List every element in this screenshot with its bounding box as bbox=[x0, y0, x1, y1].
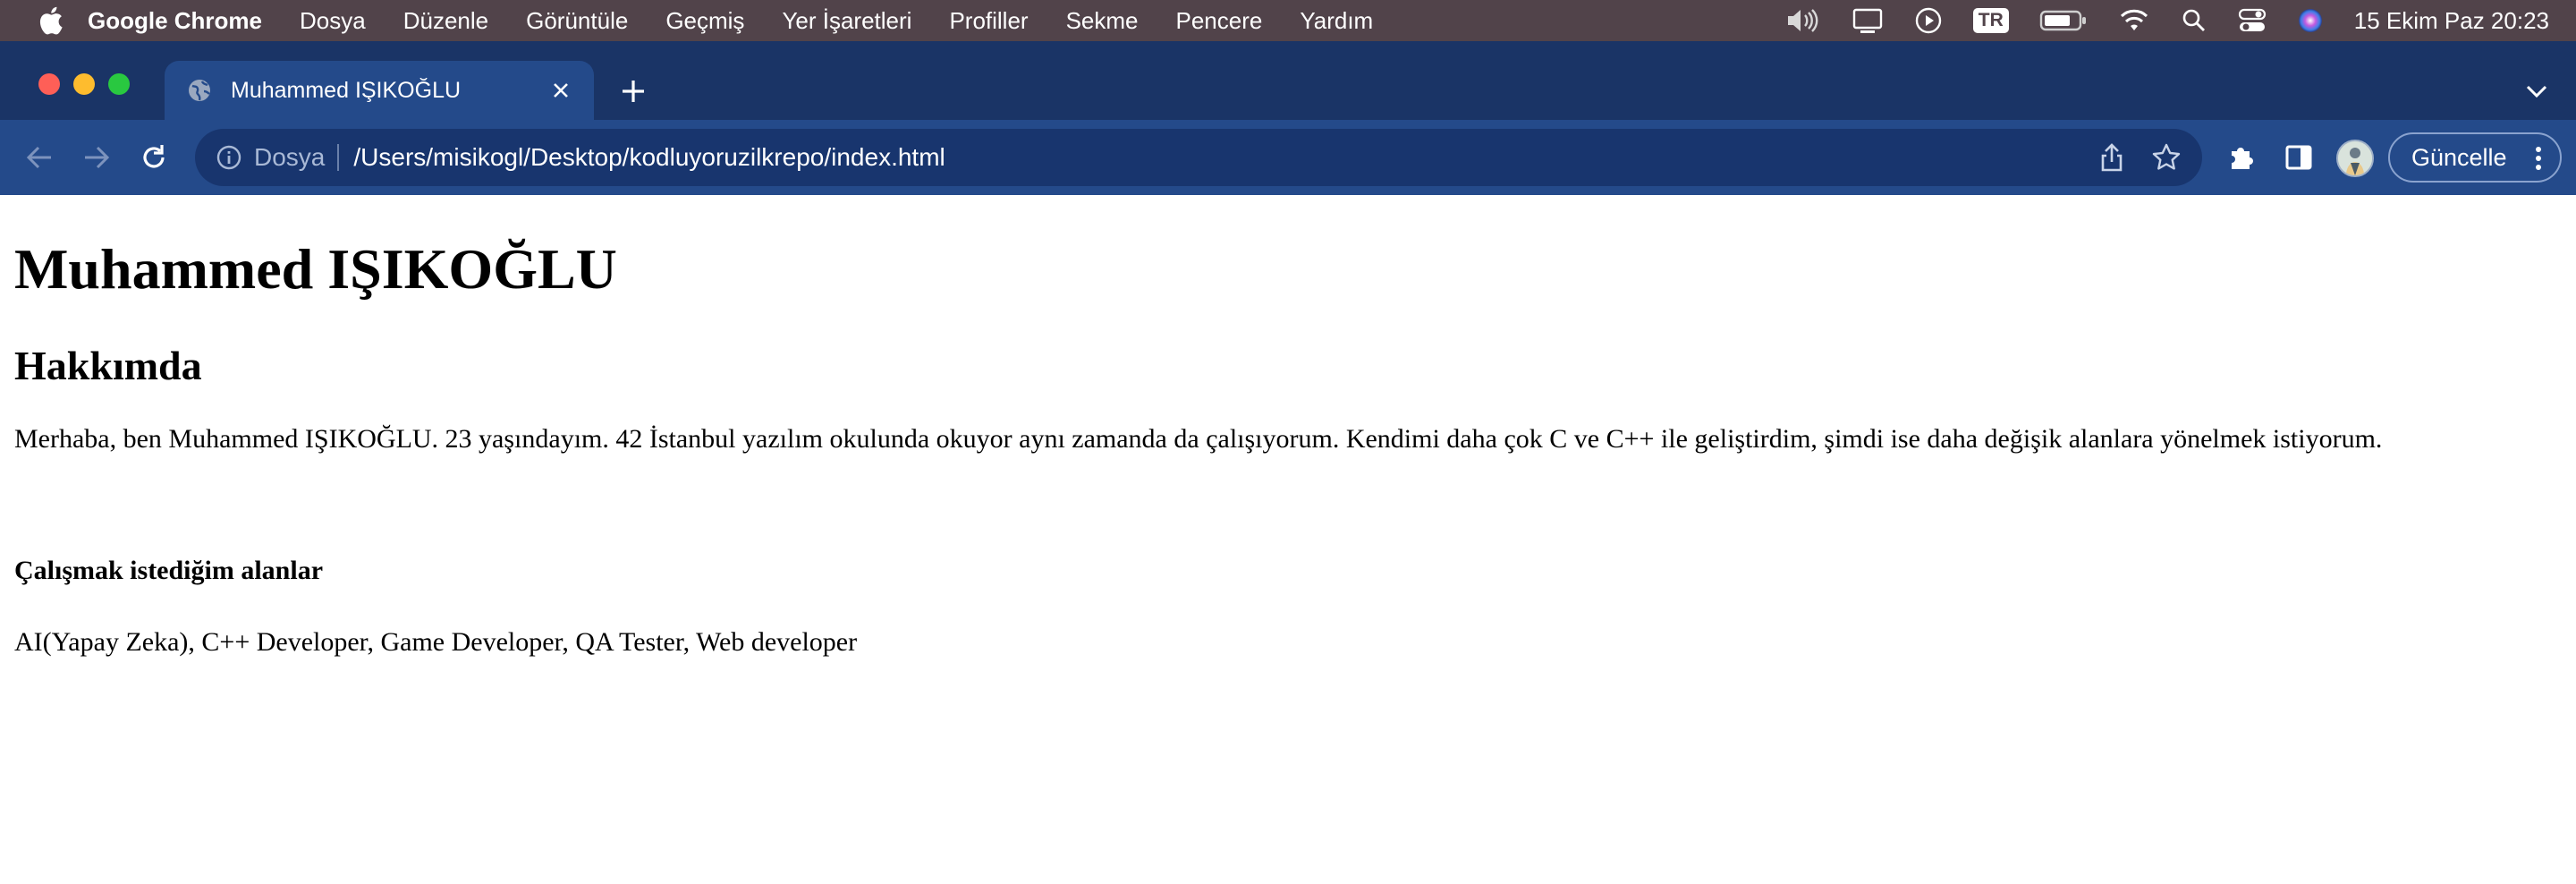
menu-window[interactable]: Pencere bbox=[1176, 7, 1263, 35]
tab-title: Muhammed IŞIKOĞLU bbox=[231, 77, 462, 103]
tab-close-icon[interactable] bbox=[547, 77, 574, 104]
volume-icon[interactable] bbox=[1785, 7, 1821, 34]
new-tab-button[interactable] bbox=[617, 75, 649, 107]
menu-bookmarks[interactable]: Yer İşaretleri bbox=[782, 7, 911, 35]
update-chrome-button[interactable]: Güncelle bbox=[2388, 132, 2562, 183]
menubar-clock[interactable]: 15 Ekim Paz 20:23 bbox=[2354, 7, 2549, 35]
close-window-button[interactable] bbox=[38, 73, 60, 95]
spotlight-search-icon[interactable] bbox=[2181, 7, 2207, 34]
menu-help[interactable]: Yardım bbox=[1300, 7, 1373, 35]
apple-menu-icon[interactable] bbox=[32, 3, 68, 38]
menu-profiles[interactable]: Profiller bbox=[949, 7, 1028, 35]
menu-file[interactable]: Dosya bbox=[300, 7, 366, 35]
work-fields-paragraph: AI(Yapay Zeka), C++ Developer, Game Deve… bbox=[14, 627, 858, 657]
battery-icon[interactable] bbox=[2039, 8, 2088, 33]
side-panel-icon[interactable] bbox=[2279, 138, 2318, 177]
menu-app-name[interactable]: Google Chrome bbox=[88, 7, 262, 35]
screen-mirroring-icon[interactable] bbox=[1852, 7, 1884, 34]
url-text[interactable]: /Users/misikogl/Desktop/kodluyoruzilkrep… bbox=[353, 143, 945, 172]
url-separator bbox=[337, 144, 340, 171]
url-scheme-label: Dosya bbox=[254, 143, 326, 171]
control-center-icon[interactable] bbox=[2238, 7, 2267, 34]
active-tab[interactable]: Muhammed IŞIKOĞLU bbox=[165, 61, 594, 120]
work-fields-heading: Çalışmak istediğim alanlar bbox=[14, 556, 324, 585]
back-arrow-icon[interactable] bbox=[20, 138, 59, 177]
macos-menu-bar: Google Chrome Dosya Düzenle Görüntüle Ge… bbox=[0, 0, 2576, 41]
bookmark-star-icon[interactable] bbox=[2150, 141, 2182, 174]
tab-strip: Muhammed IŞIKOĞLU bbox=[0, 41, 2576, 120]
zoom-window-button[interactable] bbox=[108, 73, 130, 95]
browser-toolbar: Dosya /Users/misikogl/Desktop/kodluyoruz… bbox=[0, 120, 2576, 195]
update-button-label: Güncelle bbox=[2411, 143, 2507, 171]
page-title: Muhammed IŞIKOĞLU bbox=[14, 237, 617, 301]
reload-icon[interactable] bbox=[134, 138, 174, 177]
play-icon[interactable] bbox=[1914, 6, 1943, 35]
wifi-icon[interactable] bbox=[2118, 8, 2150, 33]
minimize-window-button[interactable] bbox=[73, 73, 95, 95]
menu-history[interactable]: Geçmiş bbox=[665, 7, 744, 35]
siri-icon[interactable] bbox=[2297, 7, 2324, 34]
menu-tab[interactable]: Sekme bbox=[1066, 7, 1139, 35]
menu-view[interactable]: Görüntüle bbox=[526, 7, 628, 35]
profile-avatar[interactable] bbox=[2336, 140, 2374, 177]
share-icon[interactable] bbox=[2096, 141, 2128, 174]
tab-search-chevron-icon[interactable] bbox=[2522, 77, 2551, 106]
address-bar[interactable]: Dosya /Users/misikogl/Desktop/kodluyoruz… bbox=[195, 129, 2202, 186]
about-heading: Hakkımda bbox=[14, 343, 202, 388]
extensions-puzzle-icon[interactable] bbox=[2222, 138, 2261, 177]
site-info-icon[interactable] bbox=[213, 141, 245, 174]
web-page-content: Muhammed IŞIKOĞLU Hakkımda Merhaba, ben … bbox=[0, 195, 2576, 884]
about-paragraph: Merhaba, ben Muhammed IŞIKOĞLU. 23 yaşın… bbox=[14, 424, 2383, 454]
forward-arrow-icon[interactable] bbox=[77, 138, 116, 177]
globe-icon bbox=[186, 77, 213, 104]
input-source-badge[interactable]: TR bbox=[1972, 8, 2009, 33]
kebab-menu-icon[interactable] bbox=[2529, 145, 2547, 172]
menu-edit[interactable]: Düzenle bbox=[403, 7, 488, 35]
